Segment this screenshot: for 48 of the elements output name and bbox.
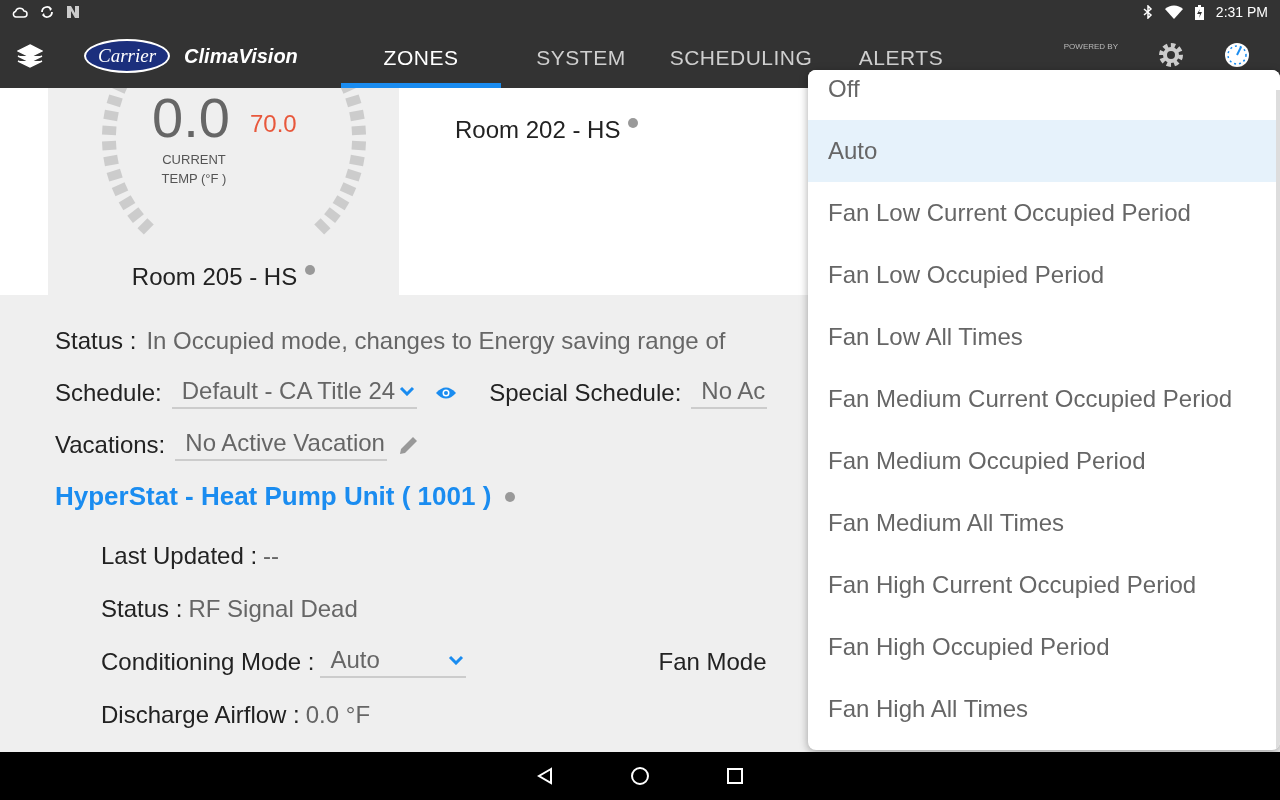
settings-icon[interactable]: [1158, 42, 1184, 68]
device-title[interactable]: HyperStat - Heat Pump Unit ( 1001 ): [55, 480, 492, 512]
eye-icon[interactable]: [435, 386, 458, 400]
notification-icon: [66, 5, 80, 19]
sync-icon: [40, 5, 54, 19]
wifi-icon: [1164, 5, 1183, 19]
home-icon[interactable]: [630, 766, 650, 786]
menu-option[interactable]: Off: [808, 70, 1280, 120]
zone-name: Room 205 - HS: [131, 263, 298, 291]
special-schedule-dropdown[interactable]: No Ac: [691, 377, 768, 409]
status-label: Status :: [55, 327, 137, 355]
app-name: ClimaVision: [184, 44, 298, 68]
zone-name: Room 202 - HS: [455, 116, 621, 144]
setpoint-temperature: 70.0: [250, 110, 297, 138]
back-icon[interactable]: [536, 767, 554, 785]
field-value: --: [263, 541, 280, 570]
chevron-down-icon: [399, 386, 416, 396]
recents-icon[interactable]: [726, 767, 744, 785]
field-label: Status :: [101, 594, 183, 623]
vacations-label: Vacations:: [55, 431, 166, 459]
cloud-icon: [12, 6, 28, 18]
status-dot: [505, 492, 516, 502]
bluetooth-icon: [1142, 5, 1153, 19]
schedule-label: Schedule:: [55, 379, 162, 407]
clock-time: 2:31 PM: [1215, 4, 1268, 20]
status-text: In Occupied mode, changes to Energy saving range of: [146, 327, 726, 355]
powered-by-label: POWERED BY: [1063, 42, 1118, 51]
zone-card[interactable]: 0.0 70.0 CURRENT TEMP (°F ) Room 205 - HS: [48, 88, 399, 295]
field-label: Fan Mode: [658, 647, 767, 676]
field-label: Last Updated :: [101, 541, 258, 570]
gauge-icon[interactable]: [1224, 42, 1250, 68]
special-schedule-label: Special Schedule:: [489, 379, 682, 407]
brand-logo: Carrier: [84, 39, 171, 73]
mode-dropdown[interactable]: Auto: [320, 645, 467, 678]
chevron-down-icon: [448, 654, 465, 665]
nav-tab[interactable]: SYSTEM: [501, 24, 661, 88]
layers-icon[interactable]: [17, 44, 43, 68]
battery-icon: [1194, 4, 1204, 20]
temperature-label: CURRENT TEMP (°F ): [160, 151, 228, 188]
field-value: 0.0 °F: [305, 700, 371, 729]
status-dot: [305, 265, 316, 275]
vacation-field[interactable]: No Active Vacation: [175, 429, 387, 461]
field-label: Discharge Airflow :: [101, 700, 300, 729]
schedule-dropdown[interactable]: Default - CA Title 24: [171, 377, 418, 409]
field-label: Conditioning Mode :: [101, 647, 315, 676]
status-dot: [628, 118, 639, 128]
field-value: RF Signal Dead: [188, 594, 358, 623]
current-temperature: 0.0: [152, 90, 230, 146]
